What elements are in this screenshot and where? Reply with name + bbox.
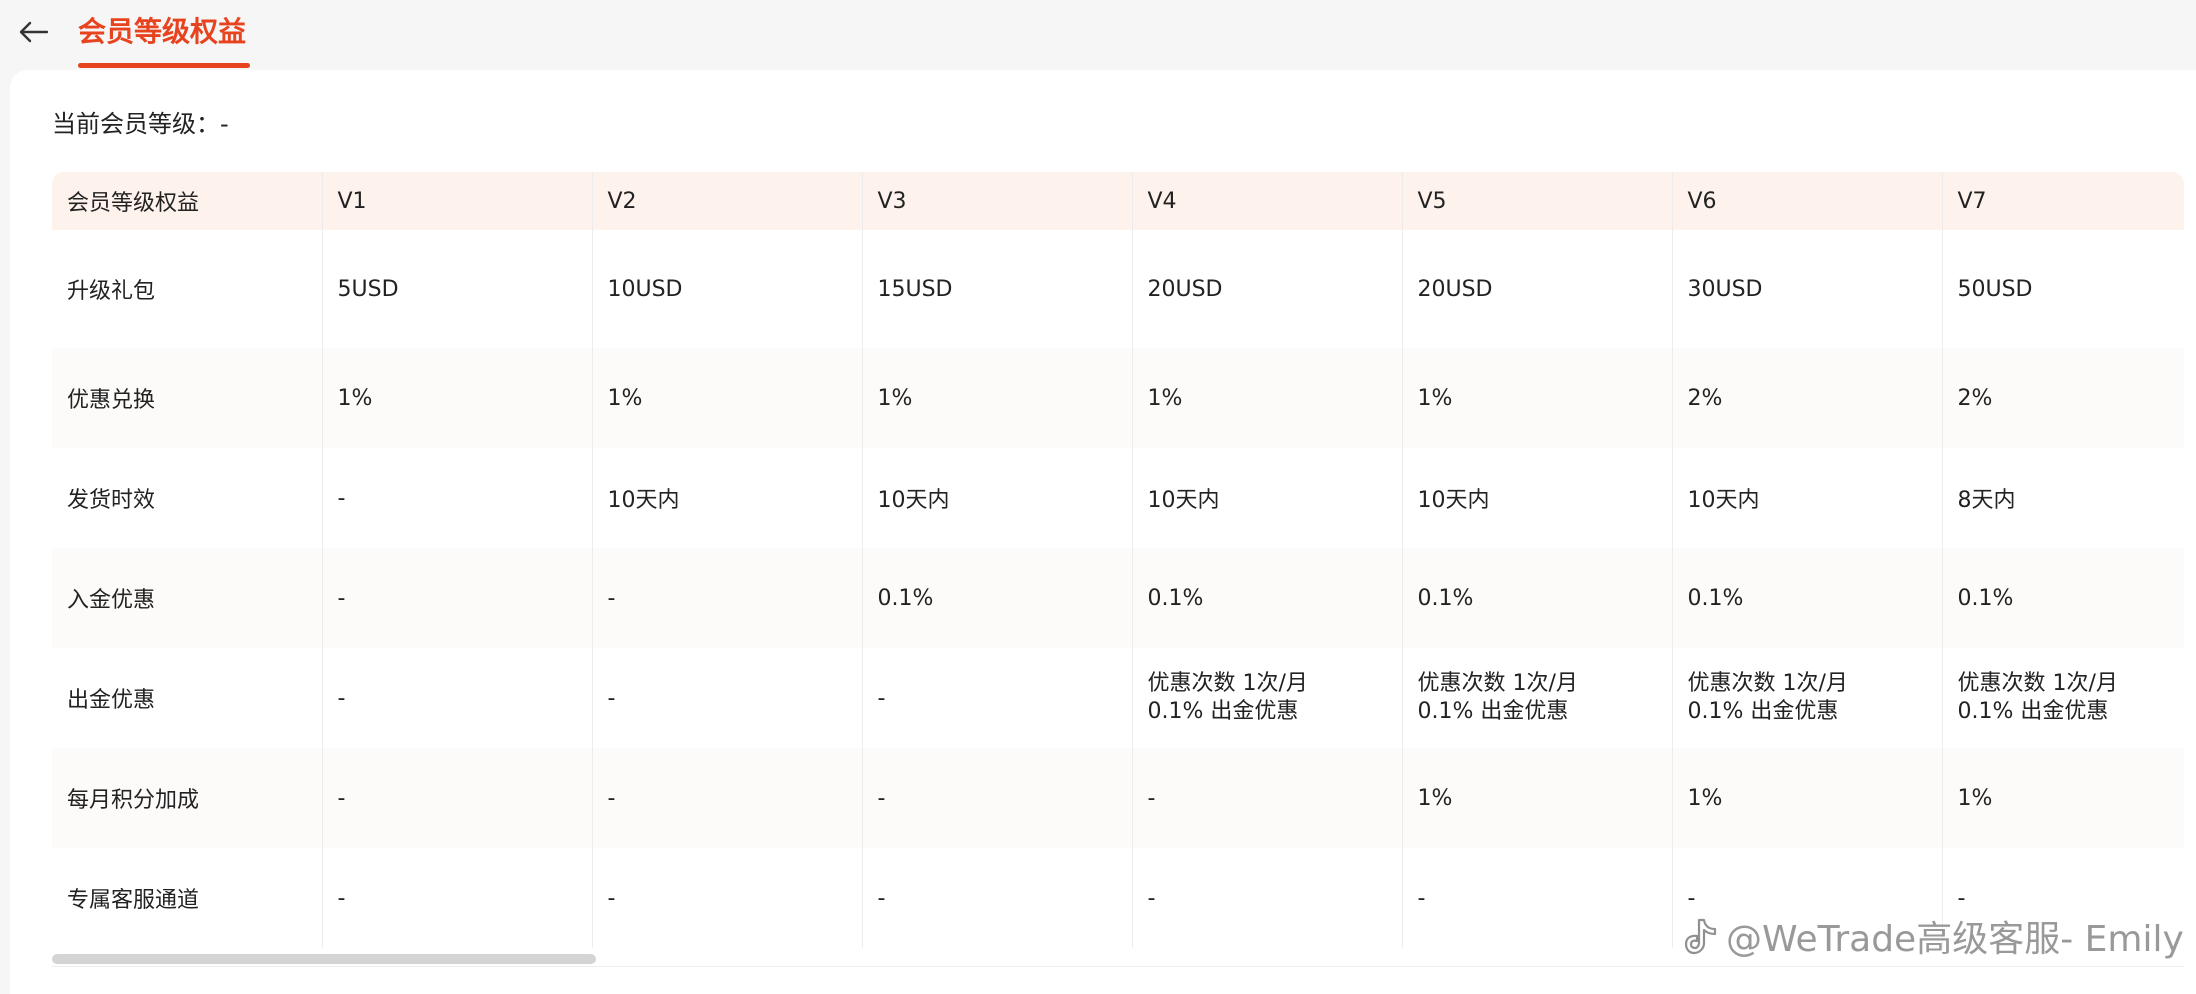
cell-line: 0.1% 出金优惠 [1147,699,1299,724]
table-cell: 20USD [1132,230,1403,348]
table-row: 发货时效 -10天内 10天内 10天内 10天内 10天内 8天内 [52,448,2184,548]
table-header-row: 会员等级权益 V1 V2 V3 V4 V5 V6 V7 [52,172,2184,230]
table-row: 升级礼包 5USD 10USD 15USD 20USD 20USD 30USD 50USD [52,230,2184,348]
table-cell: 1% [1132,348,1403,448]
row-label-cell: 出金优惠 [52,648,323,748]
table-cell: 优惠次数 1次/月 0.1% 出金优惠 [1942,648,2184,748]
cell-line: 0.1% 出金优惠 [1957,699,2109,724]
table-cell: 50USD [1957,276,2033,302]
table-cell: - [862,748,1133,848]
watermark: @WeTrade高级客服- Emily [1684,910,2184,962]
table-cell: 15USD [862,230,1133,348]
table-cell: 30USD [1672,230,1943,348]
table-cell: - [592,648,863,748]
cell-line: 优惠次数 1次/月 [1957,671,2118,696]
header-cell-level: V1 [322,172,593,230]
row-label-cell: 入金优惠 [52,548,323,648]
cell-line: 0.1% 出金优惠 [1417,699,1569,724]
cell-line: 优惠次数 1次/月 [1687,671,1848,696]
cell-line: 优惠次数 1次/月 [1147,671,1308,696]
content-card: 当前会员等级：- 会员等级权益 V1 V2 V3 V4 V5 V6 V7 升级礼包 5USD 10… [10,70,2196,994]
row-label-cell: 专属客服通道 [52,848,323,948]
table-row: 入金优惠 - -0.1% 0.1% 0.1% 0.1% 0.1% [52,548,2184,648]
social-logo-icon [1684,918,1717,955]
table-cell: 0.1% [1957,585,2014,611]
table-cell: 2% [1957,385,1993,411]
table-cell: - [592,548,863,648]
table-row: 优惠兑换 1% 1% 1% 1% 1% 2% 2% [52,348,2184,448]
table-cell: - [592,848,863,948]
table-cell: - [862,648,1133,748]
cell-line: 优惠次数 1次/月 [1417,671,1578,696]
row-label-cell: 发货时效 [52,448,323,548]
table-cell: - [322,748,593,848]
header-cell-level: V5 [1402,172,1673,230]
table-cell: 0.1% [862,548,1133,648]
table-cell: 0.1% [1402,548,1673,648]
table-cell: - [1132,848,1403,948]
header-cell-level: V7 [1957,188,1987,214]
table-cell: 优惠次数 1次/月 0.1% 出金优惠 [1132,648,1403,748]
table-cell: - [322,448,593,548]
table-cell: 1% [322,348,593,448]
table-cell: 10天内 [862,448,1133,548]
cell-line: 0.1% 出金优惠 [1687,699,1839,724]
table-body: 升级礼包 5USD 10USD 15USD 20USD 20USD 30USD 50USD 优惠… [52,230,2184,948]
page-title: 会员等级权益 [78,15,247,48]
scrollbar-thumb[interactable] [52,954,596,964]
table-cell: 10天内 [1132,448,1403,548]
title-underline [78,63,250,68]
table-cell: 1% [862,348,1133,448]
table-cell: 5USD [322,230,593,348]
row-label-cell: 优惠兑换 [52,348,323,448]
table-cell: - [1402,848,1673,948]
row-label-cell: 每月积分加成 [52,748,323,848]
table-cell: 10天内 [1672,448,1943,548]
watermark-text: @WeTrade高级客服- Emily [1726,919,2184,960]
table-cell: 优惠次数 1次/月 0.1% 出金优惠 [1402,648,1673,748]
table-cell: 20USD [1402,230,1673,348]
header-cell-level: V4 [1132,172,1403,230]
table-row: 出金优惠 - - - 优惠次数 1次/月 0.1% 出金优惠 优惠次数 1次/月 0.1% 出… [52,648,2184,748]
table-row: 每月积分加成 - - - -1% 1% 1% [52,748,2184,848]
table-cell: 10天内 [1402,448,1673,548]
table-cell: 0.1% [1132,548,1403,648]
table-cell: 1% [592,348,863,448]
header-cell-benefit: 会员等级权益 [52,172,323,230]
table-cell: - [322,648,593,748]
table-cell: 8天内 [1957,488,2016,513]
header-cell-level: V2 [592,172,863,230]
table-cell: 10天内 [592,448,863,548]
header-cell-level: V3 [862,172,1133,230]
table-cell: 优惠次数 1次/月 0.1% 出金优惠 [1672,648,1943,748]
benefits-table: 会员等级权益 V1 V2 V3 V4 V5 V6 V7 升级礼包 5USD 10USD 15USD 2… [52,172,2184,948]
table-cell: 1% [1402,748,1673,848]
table-cell: - [862,848,1133,948]
table-cell: 2% [1672,348,1943,448]
table-cell: 1% [1672,748,1943,848]
table-cell: - [322,548,593,648]
back-button[interactable] [14,14,54,50]
benefits-table-container[interactable]: 会员等级权益 V1 V2 V3 V4 V5 V6 V7 升级礼包 5USD 10USD 15USD 2… [52,172,2184,967]
header-cell-level: V6 [1672,172,1943,230]
table-cell: 10USD [592,230,863,348]
table-cell: 0.1% [1672,548,1943,648]
row-label-cell: 升级礼包 [52,230,323,348]
table-cell: 1% [1957,785,1993,811]
current-level-text: 当前会员等级：- [52,110,229,138]
table-cell: - [322,848,593,948]
header: 会员等级权益 [0,0,2196,70]
table-cell: - [1132,748,1403,848]
arrow-left-icon [19,21,49,43]
table-cell: 1% [1402,348,1673,448]
table-cell: - [592,748,863,848]
